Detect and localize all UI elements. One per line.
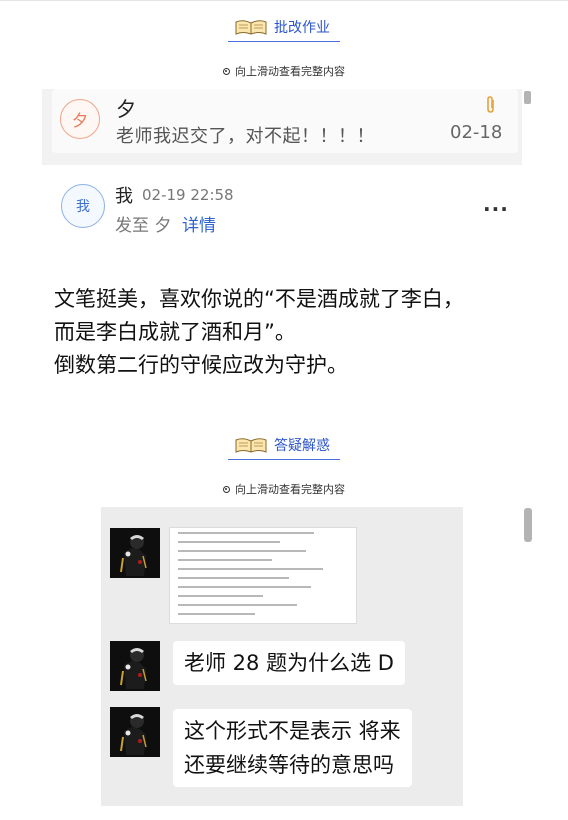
scroll-hint: 向上滑动查看完整内容: [223, 481, 345, 497]
avatar: 夕: [60, 99, 100, 139]
scroll-hint: 向上滑动查看完整内容: [223, 63, 345, 79]
book-icon: [235, 20, 267, 35]
avatar-figure-icon: [110, 528, 160, 578]
comment-line: 文笔挺美，喜欢你说的“不是酒成就了李白，: [54, 287, 464, 311]
chat-bubble: 这个形式不是表示 将来 还要继续等待的意思吗: [173, 709, 412, 787]
more-dots-icon[interactable]: ···: [483, 197, 509, 221]
reply-time: 02-19 22:58: [142, 186, 234, 204]
circle-dot-icon: [223, 485, 230, 493]
comment-line: 而是李白成就了酒和月”。: [54, 320, 296, 344]
message-text: 老师我迟交了，对不起！！！！: [116, 126, 375, 147]
message-date: 02-18: [450, 122, 503, 143]
avatar: [110, 707, 160, 757]
avatar: 我: [61, 184, 105, 228]
scroll-hint-label: 向上滑动查看完整内容: [235, 65, 345, 78]
avatar-figure-icon: [110, 641, 160, 691]
top-border: [0, 0, 568, 1]
avatar: [110, 528, 160, 578]
message-sender: 夕: [116, 97, 136, 121]
book-icon: [235, 438, 267, 453]
teacher-comment: 文笔挺美，喜欢你说的“不是酒成就了李白， 而是李白成就了酒和月”。 倒数第二行的…: [54, 283, 524, 382]
avatar: [110, 641, 160, 691]
avatar-figure-icon: [110, 707, 160, 757]
reply-sender: 我: [115, 186, 133, 207]
comment-line: 倒数第二行的守候应改为守护。: [54, 353, 348, 377]
section-title-label: 批改作业: [274, 20, 330, 36]
scrollbar[interactable]: [524, 508, 532, 542]
message-card[interactable]: 夕 夕 老师我迟交了，对不起！！！！ 02-18: [52, 89, 518, 153]
chat-bubble: 老师 28 题为什么选 D: [173, 641, 405, 685]
sent-to-label: 发至 夕: [115, 216, 172, 236]
paperclip-icon: [487, 96, 494, 113]
homework-message-panel: 夕 夕 老师我迟交了，对不起！！！！ 02-18: [42, 89, 522, 165]
section-title-qa: 答疑解惑: [228, 433, 340, 460]
homework-image-thumbnail[interactable]: [169, 527, 357, 624]
chat-bubble-line: 还要继续等待的意思吗: [184, 753, 394, 777]
scrollbar[interactable]: [524, 91, 531, 104]
chat-bubble-line: 这个形式不是表示 将来: [184, 719, 401, 743]
chat-bubble-line: 老师 28 题为什么选 D: [184, 651, 394, 675]
details-link[interactable]: 详情: [182, 211, 216, 236]
circle-dot-icon: [223, 67, 230, 75]
section-title-label: 答疑解惑: [274, 438, 330, 454]
scroll-hint-label: 向上滑动查看完整内容: [235, 483, 345, 496]
section-title-homework: 批改作业: [228, 15, 340, 42]
